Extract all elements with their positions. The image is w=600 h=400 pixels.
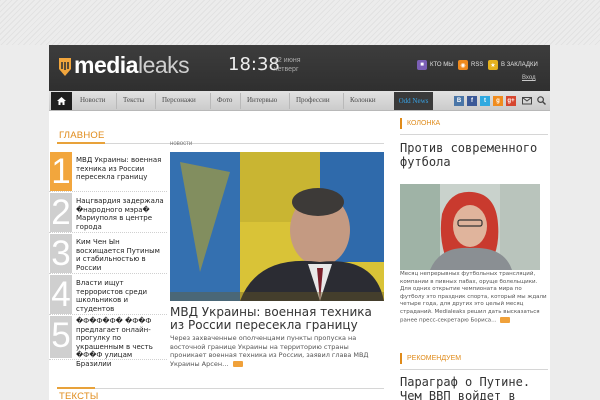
feature-category[interactable]: НОВОСТИ [170, 141, 192, 147]
column-photo [400, 184, 540, 270]
vk-icon[interactable]: B [454, 96, 464, 106]
nav-item-professions[interactable]: Профессии [296, 96, 330, 104]
list-item[interactable]: 5 �Ф�Ф�Ф� �Ф�Ф предлагает онлайн-прогулк… [49, 316, 167, 368]
clock-time: 18:38 [228, 54, 280, 75]
list-number: 3 [50, 234, 72, 273]
main-nav: Новости Тексты Персонажи Фото Интервью П… [49, 91, 550, 111]
section-divider [57, 143, 384, 144]
list-item[interactable]: 2 Нацгвардия задержала �народного мэра� … [49, 193, 167, 233]
list-item-text: Ким Чен Ын восхищается Путиным и стабиль… [76, 238, 160, 272]
list-item[interactable]: 3 Ким Чен Ын восхищается Путиным и стаби… [49, 234, 167, 274]
twitter-icon[interactable]: t [480, 96, 490, 106]
nav-divider [343, 93, 344, 109]
site-header: medialeaks 18:38 12 июня четверг ■ КТО М… [49, 45, 550, 91]
column-title[interactable]: Против современного футбола [400, 141, 550, 169]
nav-odd-news[interactable]: Odd News [394, 92, 433, 110]
read-more-icon[interactable] [500, 316, 511, 323]
recommended-tag: РЕКОМЕНДУЕМ [400, 353, 461, 364]
column-image[interactable] [400, 184, 540, 270]
about-label: КТО МЫ [430, 62, 454, 68]
list-item-text: �Ф�Ф�Ф� �Ф�Ф предлагает онлайн-прогулку … [76, 317, 153, 368]
list-number: 1 [50, 152, 72, 191]
feature-description: Через захваченные ополченцами пункты про… [170, 334, 384, 368]
recommended-divider [400, 369, 548, 370]
column-description: Месяц непрерывных футбольных трансляций,… [400, 271, 548, 325]
read-more-icon[interactable] [232, 360, 243, 367]
list-number: 4 [50, 275, 72, 314]
list-item[interactable]: 1 МВД Украины: военная техника из России… [49, 152, 167, 192]
about-button[interactable]: ■ КТО МЫ [417, 59, 454, 71]
list-number: 2 [50, 193, 72, 232]
column-description-text: Месяц непрерывных футбольных трансляций,… [400, 271, 547, 324]
nav-divider [210, 93, 211, 109]
page: medialeaks 18:38 12 июня четверг ■ КТО М… [49, 45, 550, 400]
nav-divider [155, 93, 156, 109]
list-item[interactable]: 4 Власти ищут террористов среди школьник… [49, 275, 167, 315]
list-number: 5 [50, 316, 72, 358]
logo-shield-icon [59, 58, 71, 76]
logo-strong: media [74, 52, 138, 78]
feature-title[interactable]: МВД Украины: военная техника из России п… [170, 306, 384, 332]
nav-item-characters[interactable]: Персонажи [162, 96, 196, 104]
clock-date: 12 июня четверг [274, 56, 301, 74]
nav-divider [289, 93, 290, 109]
nav-item-news[interactable]: Новости [80, 96, 105, 104]
section-underline [57, 387, 95, 389]
background-pattern [0, 0, 600, 45]
main-section-title: ГЛАВНОЕ [59, 130, 105, 141]
nav-divider [116, 93, 117, 109]
texts-section-title: ТЕКСТЫ [59, 391, 99, 400]
mail-icon[interactable] [522, 96, 532, 105]
list-item-text: Власти ищут террористов среди школьников… [76, 279, 148, 313]
column-tag: КОЛОНКА [400, 118, 440, 129]
logo-light: leaks [137, 52, 190, 78]
list-item-text: Нацгвардия задержала �народного мэра� Ма… [76, 197, 164, 231]
rss-label: RSS [471, 62, 484, 68]
column-divider [400, 134, 548, 135]
nav-item-interview[interactable]: Интервью [247, 96, 277, 104]
nav-home[interactable] [51, 92, 72, 110]
nav-item-columns[interactable]: Колонки [350, 96, 376, 104]
star-icon: ★ [488, 60, 498, 70]
feature-image[interactable] [170, 152, 384, 301]
date-weekday: четверг [274, 66, 299, 73]
search-icon[interactable] [537, 96, 546, 105]
feature-description-text: Через захваченные ополченцами пункты про… [170, 334, 369, 368]
section-divider [57, 388, 384, 389]
home-icon [57, 97, 66, 105]
about-icon: ■ [417, 60, 427, 70]
site-logo[interactable]: medialeaks [74, 52, 190, 79]
nav-item-texts[interactable]: Тексты [123, 96, 144, 104]
nav-divider [240, 93, 241, 109]
odnoklassniki-icon[interactable]: g [493, 96, 503, 106]
section-underline [57, 142, 105, 144]
list-item-text: МВД Украины: военная техника из России п… [76, 156, 162, 182]
nav-item-photo[interactable]: Фото [217, 96, 232, 104]
rss-button[interactable]: ◉ RSS [458, 59, 483, 71]
facebook-icon[interactable]: f [467, 96, 477, 106]
date-day: 12 июня [274, 57, 301, 64]
bookmarks-label: В ЗАКЛАДКИ [501, 62, 538, 68]
recommended-title[interactable]: Параграф о Путине. Чем ВВП войдет в [400, 375, 550, 400]
bookmarks-button[interactable]: ★ В ЗАКЛАДКИ [488, 59, 538, 71]
rss-icon: ◉ [458, 60, 468, 70]
google-plus-icon[interactable]: g+ [506, 96, 516, 106]
login-link[interactable]: Вход [522, 75, 536, 81]
feature-photo [170, 152, 384, 301]
